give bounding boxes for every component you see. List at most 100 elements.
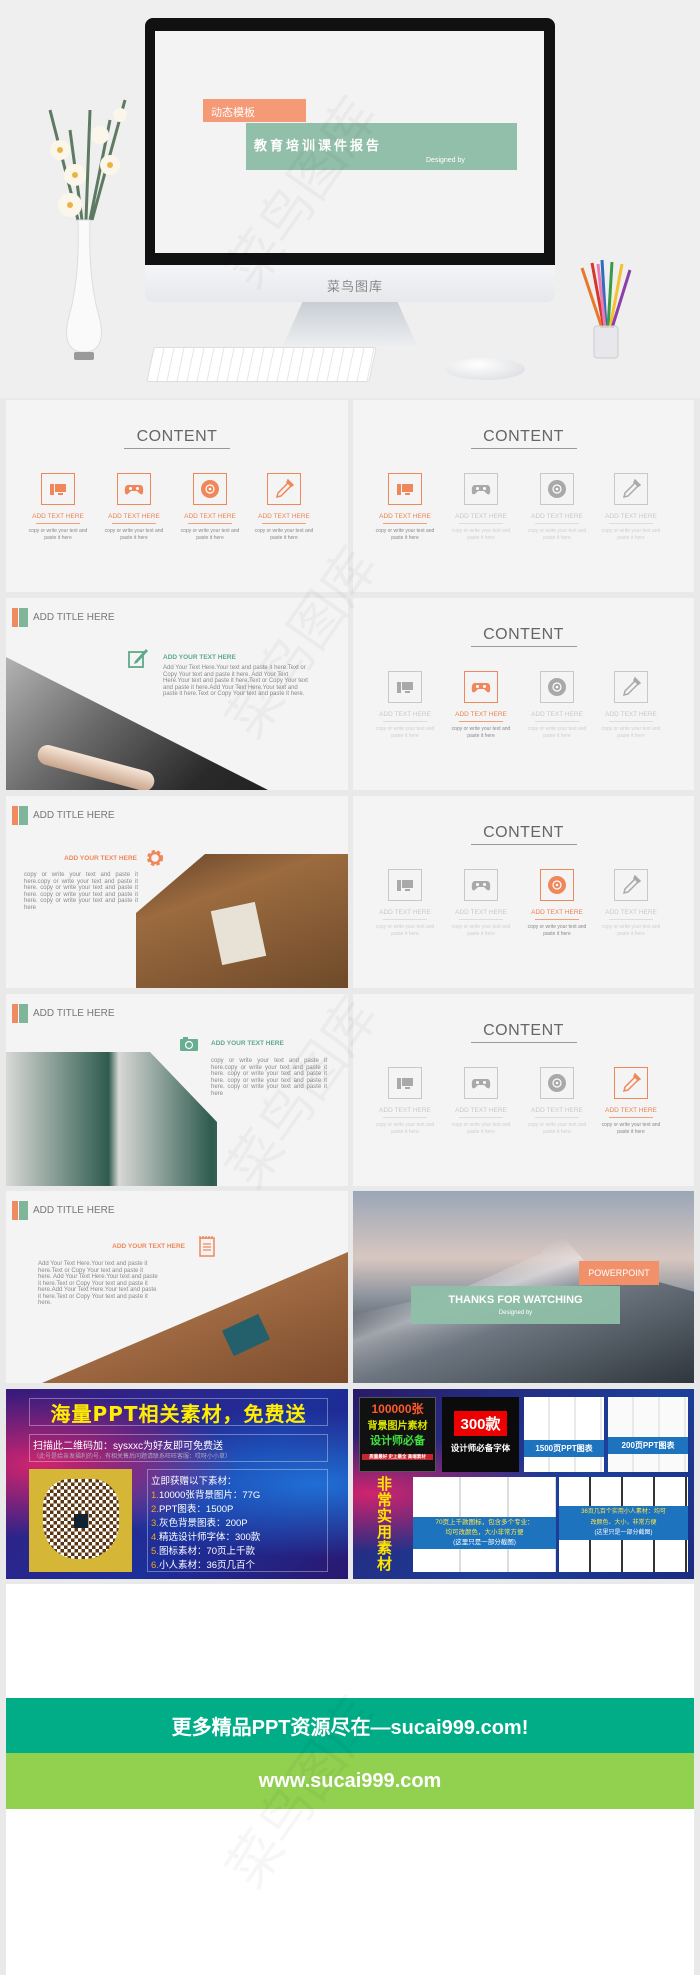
camera-icon [180,1037,198,1056]
slide-title: ADD TITLE HERE [33,1008,115,1019]
title-slide[interactable]: ADD TITLE HERE ADD YOUR TEXT HERE copy o… [6,994,348,1186]
charts-200-box: 200页PPT图表 [608,1397,688,1472]
slide-heading: ADD YOUR TEXT HERE [163,654,236,661]
item-label: ADD TEXT HERE [108,513,160,520]
promo-ad-right[interactable]: 100000张 背景图片素材 设计师必备 质量最好 史上最全 高端素材 300款… [353,1389,694,1579]
content-item[interactable]: ADD TEXT HERE copy or write your text an… [596,671,666,740]
item-desc: copy or write your text and paste it her… [527,528,587,541]
footer-banner-2[interactable]: www.sucai999.com [6,1753,694,1809]
content-item[interactable]: ADD TEXT HERE copy or write your text an… [596,1067,666,1136]
ad-title-box: 海量PPT相关素材，免费送 [29,1398,328,1426]
people-caption-1: 36页几百个实用小人素材：均可 [581,1509,666,1515]
thanks-slide: POWERPOINT THANKS FOR WATCHING Designed … [353,1191,694,1383]
item-desc: copy or write your text and paste it her… [375,726,435,739]
title-slide[interactable]: ADD TITLE HERE ADD YOUR TEXT HERE copy o… [6,796,348,988]
content-item[interactable]: ADD TEXT HERE copy or write your text an… [370,1067,440,1136]
ad-list-num: 2. [151,1504,159,1515]
ad-list-text: 精选设计师字体：300款 [158,1532,261,1543]
title-slide[interactable]: ADD TITLE HERE ADD YOUR TEXT HERE Add Yo… [6,598,348,790]
keyboard-image [146,347,377,382]
pen-icon [127,647,149,674]
item-underline [459,721,503,722]
gear-icon [145,848,165,873]
item-underline [383,1117,427,1118]
content-slide[interactable]: CONTENT ADD TEXT HERE copy or write your… [353,994,694,1186]
disc-icon [193,473,227,505]
slide-heading: ADD YOUR TEXT HERE [64,855,137,862]
item-desc: copy or write your text and paste it her… [451,1122,511,1135]
item-underline [262,523,306,524]
icons-panel: 70页上千款图标，包含多个专业： 均可改颜色，大小非常方便 (这里只是一部分截图… [413,1477,556,1572]
vertical-title: 非常实用素材 [377,1476,393,1573]
content-item[interactable]: ADD TEXT HERE copy or write your text an… [23,473,93,542]
item-underline [36,523,80,524]
item-underline [535,1117,579,1118]
monitor-stand [282,302,418,348]
item-underline [609,1117,653,1118]
content-item[interactable]: ADD TEXT HERE copy or write your text an… [370,473,440,542]
ad-scan-box: 扫描此二维码加：sysxxc为好友即可免费送 （此号是给亲发福利的号，有相关售后… [29,1434,328,1462]
content-slide[interactable]: CONTENT ADD TEXT HERE copy or write your… [353,400,694,592]
content-slide[interactable]: CONTENT ADD TEXT HERE copy or write your… [353,598,694,790]
content-item[interactable]: ADD TEXT HERE copy or write your text an… [446,869,516,938]
bg-images-box: 100000张 背景图片素材 设计师必备 质量最好 史上最全 高端素材 [359,1397,436,1472]
content-item[interactable]: ADD TEXT HERE copy or write your text an… [522,869,592,938]
qr-code[interactable] [29,1469,132,1572]
ad-list-item: 4.精选设计师字体：300款 [151,1529,260,1543]
content-slide[interactable]: CONTENT ADD TEXT HERE copy or write your… [353,796,694,988]
ad-list-num: 4. [151,1532,159,1543]
disc-icon [540,869,574,901]
item-desc: copy or write your text and paste it her… [601,726,661,739]
item-underline [609,721,653,722]
content-item[interactable]: ADD TEXT HERE copy or write your text an… [522,473,592,542]
title-slide[interactable]: ADD TITLE HERE ADD YOUR TEXT HERE Add Yo… [6,1191,348,1383]
computer-icon [388,473,422,505]
item-desc: copy or write your text and paste it her… [451,924,511,937]
computer-icon [388,869,422,901]
content-item[interactable]: ADD TEXT HERE copy or write your text an… [522,1067,592,1136]
bg-tags: 质量最好 史上最全 高端素材 [362,1454,433,1460]
title-bar-orange [12,608,18,627]
promo-ad-left[interactable]: 海量PPT相关素材，免费送 扫描此二维码加：sysxxc为好友即可免费送 （此号… [6,1389,348,1579]
computer-icon [388,1067,422,1099]
content-item[interactable]: ADD TEXT HERE copy or write your text an… [446,473,516,542]
content-item[interactable]: ADD TEXT HERE copy or write your text an… [446,1067,516,1136]
disc-icon [540,1067,574,1099]
gamepad-icon [464,473,498,505]
title-underline [471,448,577,449]
thanks-title: THANKS FOR WATCHING [448,1294,583,1306]
dropper-icon [614,1067,648,1099]
content-item[interactable]: ADD TEXT HERE copy or write your text an… [370,671,440,740]
ad-list-item: 1.10000张背景图片：77G [151,1487,260,1501]
slide-body: Add Your Text Here.Your text and paste i… [163,665,308,697]
powerpoint-tag-text: POWERPOINT [588,1268,650,1278]
bg-count: 100000张 [371,1402,424,1416]
content-item[interactable]: ADD TEXT HERE copy or write your text an… [99,473,169,542]
item-label: ADD TEXT HERE [531,1107,583,1114]
content-item[interactable]: ADD TEXT HERE copy or write your text an… [596,869,666,938]
item-underline [609,523,653,524]
item-underline [459,1117,503,1118]
people-panel: 36页几百个实用小人素材：均可 改颜色、大小，非常方便 (这里只是一部分截图) [559,1477,688,1572]
content-item[interactable]: ADD TEXT HERE copy or write your text an… [249,473,319,542]
item-underline [383,721,427,722]
item-underline [112,523,156,524]
ad-list-text: 10000张背景图片：77G [158,1490,261,1501]
content-item[interactable]: ADD TEXT HERE copy or write your text an… [596,473,666,542]
ad-list-item: 5.图标素材：70页上千款 [151,1543,255,1557]
content-item[interactable]: ADD TEXT HERE copy or write your text an… [175,473,245,542]
hero-designed-by: Designed by [426,157,465,164]
item-underline [383,523,427,524]
content-item[interactable]: ADD TEXT HERE copy or write your text an… [522,671,592,740]
bg-label: 背景图片素材 [367,1421,428,1432]
footer-banner-1[interactable]: 更多精品PPT资源尽在—sucai999.com! [6,1698,694,1753]
content-item[interactable]: ADD TEXT HERE copy or write your text an… [446,671,516,740]
item-desc: copy or write your text and paste it her… [601,924,661,937]
item-desc: copy or write your text and paste it her… [527,726,587,739]
content-slide[interactable]: CONTENT ADD TEXT HERE copy or write your… [6,400,348,592]
item-desc: copy or write your text and paste it her… [601,528,661,541]
item-underline [535,523,579,524]
content-item[interactable]: ADD TEXT HERE copy or write your text an… [370,869,440,938]
item-label: ADD TEXT HERE [455,513,507,520]
item-desc: copy or write your text and paste it her… [527,1122,587,1135]
